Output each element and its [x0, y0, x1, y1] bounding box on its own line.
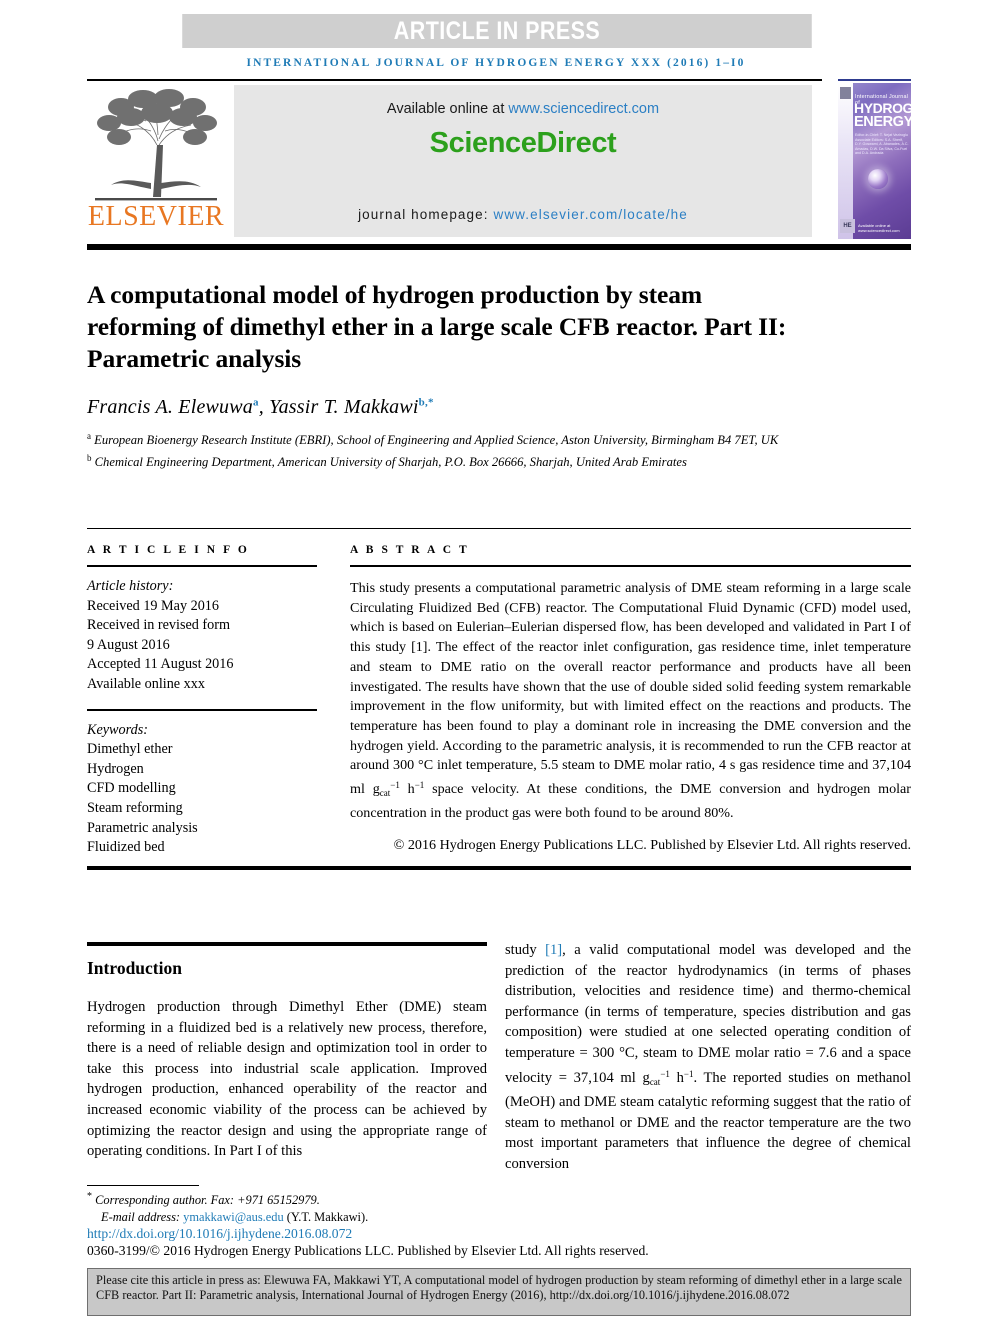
- please-cite-box: Please cite this article in press as: El…: [87, 1268, 911, 1316]
- affiliation-text-b: Chemical Engineering Department, America…: [94, 454, 687, 469]
- author-list: Francis A. Elewuwaa, Yassir T. Makkawib,…: [87, 396, 434, 418]
- keyword-item: Steam reforming: [87, 799, 183, 816]
- right-unit-sup: −1: [660, 1068, 670, 1079]
- article-info-column: A R T I C L E I N F O Article history: R…: [87, 544, 317, 858]
- available-online-line: Available online at www.sciencedirect.co…: [234, 101, 812, 117]
- title-top-rule: [87, 244, 911, 250]
- issn-copyright-line: 0360-3199/© 2016 Hydrogen Energy Publica…: [87, 1243, 649, 1258]
- keywords-block: Keywords: Dimethyl ether Hydrogen CFD mo…: [87, 721, 317, 858]
- keyword-item: Dimethyl ether: [87, 741, 173, 758]
- affiliation-mark-b: b: [87, 452, 92, 463]
- introduction-paragraph-left: Hydrogen production through Dimethyl Eth…: [87, 999, 487, 1160]
- author-name-2: Yassir T. Makkawi: [269, 396, 419, 418]
- author-affiliation-mark-2: b,*: [418, 396, 434, 409]
- cover-orb-graphic: [868, 169, 888, 189]
- journal-running-head: INTERNATIONAL JOURNAL OF HYDROGEN ENERGY…: [246, 57, 746, 69]
- email-address-link[interactable]: ymakkawi@aus.edu: [183, 1210, 284, 1224]
- sciencedirect-url[interactable]: www.sciencedirect.com: [508, 101, 659, 117]
- abstract-column: A B S T R A C T This study presents a co…: [350, 544, 911, 856]
- abstract-unit-sub: cat: [379, 788, 391, 799]
- journal-homepage-line: journal homepage: www.elsevier.com/locat…: [234, 207, 812, 222]
- abstract-heading: A B S T R A C T: [350, 544, 470, 556]
- doi-link[interactable]: http://dx.doi.org/10.1016/j.ijhydene.201…: [87, 1226, 352, 1242]
- cover-sciencedirect-mark: Available online at www.sciencedirect.co…: [858, 223, 900, 233]
- sciencedirect-logo: ScienceDirect: [429, 127, 617, 159]
- right-unit-sub: cat: [649, 1076, 661, 1087]
- affiliation-b: b Chemical Engineering Department, Ameri…: [87, 450, 847, 472]
- cover-left-strip: [838, 83, 853, 239]
- cover-he-logo: HE: [840, 219, 855, 233]
- masthead-top-rule: [87, 79, 822, 81]
- footnote-block: * Corresponding author. Fax: +971 651529…: [87, 1189, 507, 1225]
- elsevier-tree-icon: [95, 89, 217, 201]
- abstract-text: This study presents a computational para…: [350, 579, 911, 823]
- email-label: E-mail address:: [101, 1209, 184, 1224]
- abstract-part-3: space velocity. At these conditions, the…: [350, 781, 911, 821]
- history-item: Received in revised form: [87, 617, 231, 634]
- article-in-press-banner: ARTICLE IN PRESS: [182, 14, 812, 48]
- keyword-item: Fluidized bed: [87, 839, 165, 856]
- corresponding-author-line: * Corresponding author. Fax: +971 651529…: [87, 1189, 507, 1209]
- body-column-left: Introduction Hydrogen production through…: [87, 952, 487, 1176]
- abstract-part-1: This study presents a computational para…: [350, 580, 911, 798]
- keywords-label: Keywords:: [87, 721, 148, 738]
- article-info-rule: [87, 565, 317, 567]
- body-column-right: study [1], a valid computational model w…: [505, 940, 911, 1189]
- history-item: Available online xxx: [87, 675, 205, 692]
- article-history-block: Article history: Received 19 May 2016 Re…: [87, 577, 317, 695]
- journal-homepage-label: journal homepage:: [358, 207, 494, 222]
- available-online-label: Available online at: [386, 101, 509, 117]
- history-item: Received 19 May 2016: [87, 597, 219, 614]
- cover-title-line2: ENERGY: [854, 114, 911, 130]
- abstract-unit-sup: −1: [390, 780, 400, 791]
- masthead: ELSEVIER Available online at www.science…: [87, 83, 911, 239]
- affiliations: a European Bioenergy Research Institute …: [87, 428, 847, 471]
- page-title: A computational model of hydrogen produc…: [87, 280, 787, 374]
- right-part-1: study: [505, 942, 546, 958]
- author-affiliation-mark-1: a: [253, 396, 259, 409]
- asterisk-icon: *: [87, 1191, 92, 1202]
- elsevier-mark-icon: [840, 87, 851, 99]
- abstract-rule: [350, 565, 911, 567]
- keyword-item: Parametric analysis: [87, 819, 198, 836]
- please-cite-text: Please cite this article in press as: El…: [96, 1273, 902, 1303]
- abstract-unit-sup-2: −1: [414, 780, 425, 791]
- introduction-paragraph-right: study [1], a valid computational model w…: [505, 940, 911, 1175]
- cover-editors: Editor-in-Chief: T. Nejat Veziroglu Asso…: [855, 133, 909, 156]
- keywords-rule: [87, 708, 317, 711]
- author-name-1: Francis A. Elewuwa: [87, 396, 254, 418]
- citation-reference-1[interactable]: [1]: [545, 942, 562, 958]
- affiliation-mark-a: a: [87, 431, 91, 441]
- keyword-item: Hydrogen: [87, 760, 144, 777]
- history-item: Accepted 11 August 2016: [87, 656, 234, 673]
- article-page: ARTICLE IN PRESS INTERNATIONAL JOURNAL O…: [0, 0, 992, 1323]
- elsevier-wordmark: ELSEVIER: [87, 201, 225, 232]
- elsevier-logo: ELSEVIER: [87, 83, 227, 239]
- article-history-label: Article history:: [87, 578, 174, 594]
- right-part-3: h: [669, 1069, 684, 1086]
- affiliation-text-a: European Bioenergy Research Institute (E…: [94, 433, 779, 448]
- article-info-heading: A R T I C L E I N F O: [87, 544, 250, 556]
- introduction-rule: [87, 942, 487, 946]
- introduction-heading: Introduction: [87, 958, 182, 978]
- abstract-bottom-rule: [87, 866, 911, 870]
- abstract-copyright: © 2016 Hydrogen Energy Publications LLC.…: [393, 837, 911, 854]
- masthead-top-rule-cover: [838, 79, 911, 81]
- affiliation-a: a European Bioenergy Research Institute …: [87, 428, 847, 450]
- journal-homepage-url[interactable]: www.elsevier.com/locate/he: [493, 207, 687, 222]
- right-part-2: , a valid computational model was develo…: [505, 942, 911, 1086]
- info-block-top-rule: [87, 528, 911, 529]
- keyword-item: CFD modelling: [87, 780, 176, 797]
- email-suffix: (Y.T. Makkawi).: [283, 1209, 369, 1224]
- footnote-rule: [87, 1185, 199, 1186]
- sciencedirect-box: Available online at www.sciencedirect.co…: [234, 85, 812, 237]
- journal-cover-image: International Journal of HYDROGEN ENERGY…: [838, 83, 911, 239]
- history-item: 9 August 2016: [87, 636, 170, 653]
- corresponding-author-text: Corresponding author. Fax: +971 65152979…: [95, 1193, 320, 1208]
- abstract-part-2: h: [399, 781, 415, 798]
- email-line: E-mail address: ymakkawi@aus.edu (Y.T. M…: [87, 1209, 507, 1226]
